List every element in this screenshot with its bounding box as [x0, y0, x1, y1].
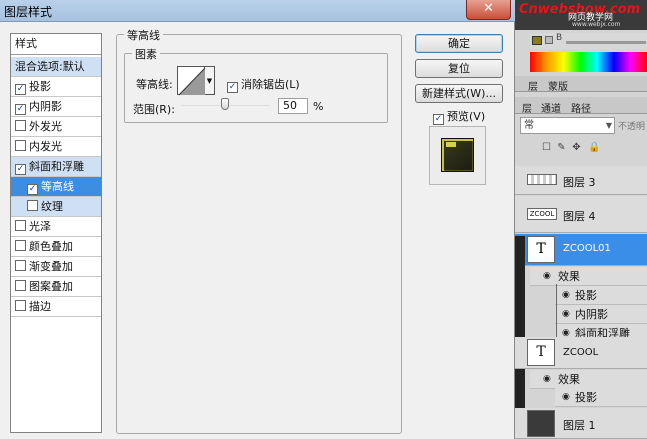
dialog-title: 图层样式 [4, 5, 53, 19]
style-item-color-overlay[interactable]: 颜色叠加 [11, 237, 101, 257]
blend-mode-select[interactable]: 常 [520, 117, 615, 134]
style-label: 外发光 [29, 120, 62, 133]
close-button[interactable]: ✕ [466, 0, 511, 20]
antialias-checkbox[interactable]: ✓ 消除锯齿(L) [227, 76, 300, 93]
style-item-contour[interactable]: ✓ 等高线 [11, 177, 101, 197]
tab-layer-a[interactable]: 层 [528, 78, 538, 93]
range-slider-thumb[interactable] [221, 98, 229, 110]
eye-icon[interactable]: ◉ [543, 271, 551, 281]
style-label: 等高线 [41, 180, 74, 193]
style-item-gradient-overlay[interactable]: 渐变叠加 [11, 257, 101, 277]
tab-layers[interactable]: 层 [522, 100, 532, 115]
style-label: 渐变叠加 [29, 260, 73, 273]
checkbox[interactable] [15, 280, 26, 291]
style-item-inner-shadow[interactable]: ✓ 内阴影 [11, 97, 101, 117]
effects-label: 效果 [558, 373, 580, 386]
style-preview-highlight [446, 142, 456, 147]
text-layer-icon: T [527, 339, 555, 366]
style-item-pattern-overlay[interactable]: 图案叠加 [11, 277, 101, 297]
elements-title: 图素 [132, 46, 160, 62]
style-label: 内阴影 [29, 100, 62, 113]
checkbox[interactable] [15, 300, 26, 311]
contour-curve-icon [178, 67, 206, 96]
antialias-label: 消除锯齿(L) [241, 78, 300, 91]
style-item-drop-shadow[interactable]: ✓ 投影 [11, 77, 101, 97]
style-list-header: 样式 [11, 34, 101, 55]
range-input[interactable]: 50 [278, 98, 308, 114]
tab-paths[interactable]: 路径 [571, 100, 591, 115]
checkbox[interactable] [15, 140, 26, 151]
tab-mask[interactable]: 蒙版 [548, 78, 568, 93]
checkbox[interactable]: ✓ [15, 164, 26, 175]
style-label: 斜面和浮雕 [29, 160, 84, 173]
effect-inner-shadow: 内阴影 [575, 308, 608, 321]
layer-thumbnail [527, 410, 555, 437]
layer-name: 图层 4 [563, 210, 596, 223]
style-label: 图案叠加 [29, 280, 73, 293]
color-slider[interactable] [566, 41, 646, 44]
effect-drop-shadow: 投影 [575, 289, 597, 302]
foreground-swatch[interactable] [532, 36, 542, 45]
dialog-title-bar[interactable] [0, 0, 515, 22]
preview-label: 预览(V) [447, 110, 486, 123]
style-item-inner-glow[interactable]: 内发光 [11, 137, 101, 157]
style-label: 内发光 [29, 140, 62, 153]
style-label: 纹理 [41, 200, 63, 213]
chevron-down-icon[interactable]: ▼ [205, 66, 215, 95]
lock-move-icon[interactable]: ✥ [571, 142, 582, 153]
style-item-satin[interactable]: 光泽 [11, 217, 101, 237]
checkbox[interactable] [15, 220, 26, 231]
checkbox[interactable] [15, 120, 26, 131]
checkbox[interactable] [15, 240, 26, 251]
eye-icon[interactable]: ◉ [562, 309, 570, 319]
contour-picker[interactable] [177, 66, 206, 96]
layer-thumbnail: ZCOOL [527, 208, 557, 220]
effects-label: 效果 [558, 270, 580, 283]
checkbox[interactable]: ✓ [433, 114, 444, 125]
eye-icon[interactable]: ◉ [562, 290, 570, 300]
checkbox[interactable] [15, 260, 26, 271]
checkbox[interactable]: ✓ [15, 104, 26, 115]
layer-name: ZCOOL [563, 347, 599, 358]
effect-drop-shadow: 投影 [575, 391, 597, 404]
background-swatch[interactable] [545, 36, 553, 44]
layer-name: ZCOOL01 [563, 243, 611, 254]
color-spectrum[interactable] [530, 52, 647, 72]
range-unit: % [313, 100, 324, 113]
style-item-texture[interactable]: 纹理 [11, 197, 101, 217]
layer-name: 图层 1 [563, 419, 596, 432]
style-label: 颜色叠加 [29, 240, 73, 253]
style-label: 投影 [29, 80, 51, 93]
layer-thumbnail [527, 174, 557, 185]
style-label: 描边 [29, 300, 51, 313]
preview-checkbox[interactable]: ✓ 预览(V) [433, 108, 485, 125]
contour-label: 等高线: [136, 78, 173, 91]
layer-name: 图层 3 [563, 176, 596, 189]
new-style-button[interactable]: 新建样式(W)... [415, 84, 503, 103]
text-layer-icon: T [527, 236, 555, 263]
checkbox[interactable]: ✓ [227, 82, 238, 93]
reset-button[interactable]: 复位 [415, 59, 503, 78]
chevron-down-icon[interactable]: ▼ [603, 117, 615, 134]
checkbox[interactable]: ✓ [27, 184, 38, 195]
style-item-blending-options[interactable]: 混合选项:默认 [11, 57, 101, 77]
checkbox[interactable] [27, 200, 38, 211]
style-label: 光泽 [29, 220, 51, 233]
style-item-stroke[interactable]: 描边 [11, 297, 101, 317]
lock-transparent-icon[interactable]: ☐ [541, 142, 552, 153]
style-item-bevel-emboss[interactable]: ✓ 斜面和浮雕 [11, 157, 101, 177]
eye-icon[interactable]: ◉ [543, 374, 551, 384]
opacity-label: 不透明 [618, 122, 646, 132]
ok-button[interactable]: 确定 [415, 34, 503, 53]
tab-channels[interactable]: 通道 [541, 100, 561, 115]
watermark-url: www.webjx.com [572, 21, 621, 28]
style-item-outer-glow[interactable]: 外发光 [11, 117, 101, 137]
range-label: 范围(R): [133, 103, 175, 116]
contour-section-title: 等高线 [124, 27, 163, 43]
eye-icon[interactable]: ◉ [562, 392, 570, 402]
lock-all-icon[interactable]: 🔒 [588, 142, 600, 153]
lock-brush-icon[interactable]: ✎ [556, 142, 567, 153]
checkbox[interactable]: ✓ [15, 84, 26, 95]
color-channel-label: B [556, 33, 563, 43]
